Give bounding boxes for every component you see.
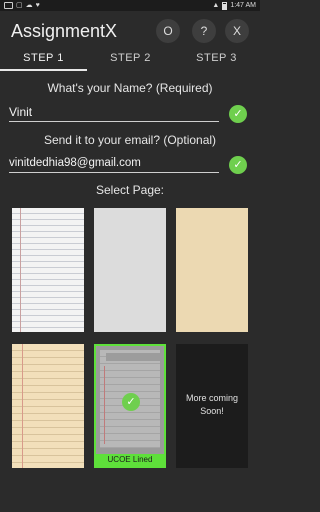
select-page-title: Select Page: — [95, 183, 165, 197]
volte-icon — [4, 2, 13, 9]
close-icon: X — [232, 24, 241, 38]
page-option-tan-lined[interactable] — [12, 344, 84, 468]
tab-step-2[interactable]: STEP 2 — [87, 52, 174, 64]
page-option-plain-grey[interactable] — [94, 208, 166, 332]
name-field[interactable]: Vinit — [9, 104, 219, 122]
name-valid-icon: ✓ — [229, 105, 247, 123]
twitter-icon: ♥ — [35, 2, 40, 9]
status-icons-right: ▲ 1:47 AM — [212, 1, 256, 10]
email-field[interactable]: vinitdedhia98@gmail.com — [9, 155, 219, 173]
status-time: 1:47 AM — [230, 2, 256, 9]
name-label: What's your Name? (Required) — [47, 81, 213, 95]
app-bar: AssignmentX O ? X — [0, 11, 260, 55]
tab-step-3[interactable]: STEP 3 — [173, 52, 260, 64]
page-option-ucoe-lined[interactable]: ✓ UCOE Lined — [94, 344, 166, 468]
settings-button[interactable]: O — [156, 19, 180, 43]
signal-icon: ▲ — [212, 2, 220, 9]
help-button[interactable]: ? — [192, 19, 216, 43]
cloud-icon: ☁ — [25, 2, 33, 9]
coming-soon-card: More coming Soon! — [176, 344, 248, 468]
page-option-white-lined[interactable] — [12, 208, 84, 332]
battery-icon — [222, 1, 228, 10]
tab-step-1[interactable]: STEP 1 — [0, 52, 87, 64]
status-bar: ▢ ☁ ♥ ▲ 1:47 AM — [0, 0, 260, 11]
status-icons-left: ▢ ☁ ♥ — [4, 1, 40, 10]
email-valid-icon: ✓ — [229, 156, 247, 174]
chat-icon: ▢ — [16, 2, 23, 9]
help-icon: ? — [200, 24, 208, 38]
coming-soon-text: More coming Soon! — [185, 393, 239, 416]
bottom-bar — [0, 480, 260, 512]
page-option-plain-tan[interactable] — [176, 208, 248, 332]
email-label: Send it to your email? (Optional) — [43, 133, 217, 147]
close-button[interactable]: X — [225, 19, 249, 43]
selected-page-caption: UCOE Lined — [96, 454, 164, 466]
tab-indicator — [0, 69, 87, 71]
app-title: AssignmentX — [11, 21, 118, 41]
settings-icon: O — [163, 24, 173, 38]
selected-check-icon: ✓ — [122, 393, 140, 411]
